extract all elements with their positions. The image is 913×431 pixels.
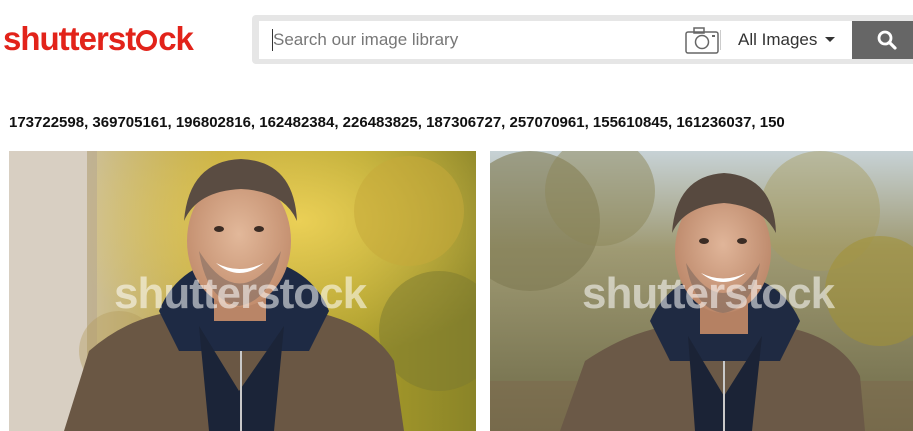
image-type-dropdown[interactable]: All Images [722,21,852,59]
image-type-label: All Images [738,30,818,49]
chevron-down-icon [825,37,836,42]
logo-text-prefix: shutterst [3,20,136,57]
watermark-1: shutterstock [114,269,367,318]
watermark-2: shutterstock [582,269,835,318]
search-input[interactable] [259,21,683,59]
magnifier-icon [877,30,897,50]
reverse-image-search-button[interactable] [683,21,725,59]
text-cursor [272,29,273,51]
image-id-list: 173722598, 369705161, 196802816, 1624823… [9,114,785,131]
logo-lens-icon [136,30,158,51]
shutterstock-logo[interactable]: shutterst ck [3,20,194,58]
logo-text-suffix: ck [158,20,194,57]
header: shutterst ck All Images [0,0,913,80]
search-button[interactable] [852,21,913,59]
search-divider [720,30,721,50]
camera-icon [685,27,719,54]
result-image-2[interactable]: shutterstock [490,151,913,431]
result-image-1[interactable]: shutterstock [9,151,476,431]
